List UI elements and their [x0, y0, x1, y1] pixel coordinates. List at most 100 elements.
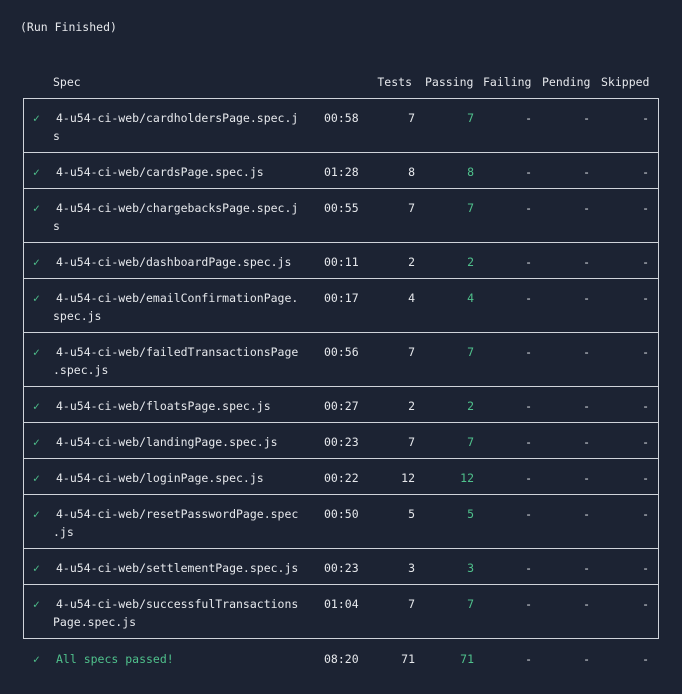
- skipped-count: -: [642, 291, 649, 305]
- check-icon: ✓: [33, 435, 40, 449]
- check-icon: ✓: [33, 561, 40, 575]
- passing-count: 7: [467, 345, 474, 359]
- duration: 00:23: [324, 435, 359, 449]
- total-skipped: -: [642, 652, 649, 666]
- failing-count: -: [525, 507, 532, 521]
- spec-name: 4-u54-ci-web/successfulTransactions: [56, 597, 299, 611]
- failing-count: -: [525, 165, 532, 179]
- column-header-passing: Passing: [425, 75, 474, 89]
- passing-count: 7: [467, 597, 474, 611]
- pending-count: -: [583, 597, 590, 611]
- row-separator: [23, 188, 659, 189]
- tests-count: 7: [408, 111, 415, 125]
- skipped-count: -: [642, 201, 649, 215]
- duration: 00:17: [324, 291, 359, 305]
- duration: 00:11: [324, 255, 359, 269]
- tests-count: 2: [408, 399, 415, 413]
- total-duration: 08:20: [324, 652, 359, 666]
- failing-count: -: [525, 111, 532, 125]
- pending-count: -: [583, 165, 590, 179]
- passing-count: 7: [467, 435, 474, 449]
- column-header-pending: Pending: [542, 75, 591, 89]
- skipped-count: -: [642, 255, 649, 269]
- pending-count: -: [583, 507, 590, 521]
- spec-name: 4-u54-ci-web/landingPage.spec.js: [56, 435, 278, 449]
- row-separator: [23, 494, 659, 495]
- skipped-count: -: [642, 507, 649, 521]
- pending-count: -: [583, 255, 590, 269]
- skipped-count: -: [642, 345, 649, 359]
- check-icon: ✓: [33, 291, 40, 305]
- spec-name: 4-u54-ci-web/floatsPage.spec.js: [56, 399, 271, 413]
- tests-count: 4: [408, 291, 415, 305]
- spec-name: 4-u54-ci-web/failedTransactionsPage: [56, 345, 299, 359]
- duration: 00:27: [324, 399, 359, 413]
- check-icon: ✓: [33, 255, 40, 269]
- row-separator: [23, 638, 659, 639]
- check-icon: ✓: [33, 345, 40, 359]
- spec-name-continued: .js: [53, 525, 74, 539]
- failing-count: -: [525, 561, 532, 575]
- check-icon: ✓: [33, 597, 40, 611]
- failing-count: -: [525, 435, 532, 449]
- skipped-count: -: [642, 165, 649, 179]
- tests-count: 7: [408, 435, 415, 449]
- passing-count: 8: [467, 165, 474, 179]
- tests-count: 7: [408, 597, 415, 611]
- passing-count: 12: [460, 471, 474, 485]
- failing-count: -: [525, 471, 532, 485]
- failing-count: -: [525, 345, 532, 359]
- spec-name: 4-u54-ci-web/dashboardPage.spec.js: [56, 255, 292, 269]
- row-separator: [23, 278, 659, 279]
- skipped-count: -: [642, 561, 649, 575]
- duration: 00:50: [324, 507, 359, 521]
- spec-name: 4-u54-ci-web/cardholdersPage.spec.j: [56, 111, 299, 125]
- row-separator: [23, 332, 659, 333]
- pending-count: -: [583, 291, 590, 305]
- passing-count: 3: [467, 561, 474, 575]
- run-status-title: (Run Finished): [20, 20, 117, 34]
- check-icon: ✓: [33, 111, 40, 125]
- failing-count: -: [525, 201, 532, 215]
- check-icon: ✓: [33, 471, 40, 485]
- tests-count: 8: [408, 165, 415, 179]
- row-separator: [23, 386, 659, 387]
- row-separator: [23, 152, 659, 153]
- failing-count: -: [525, 597, 532, 611]
- passing-count: 7: [467, 201, 474, 215]
- row-separator: [23, 584, 659, 585]
- skipped-count: -: [642, 111, 649, 125]
- spec-name: 4-u54-ci-web/settlementPage.spec.js: [56, 561, 299, 575]
- total-failing: -: [525, 652, 532, 666]
- spec-name-continued: Page.spec.js: [53, 615, 137, 629]
- column-header-skipped: Skipped: [601, 75, 650, 89]
- table-left-border: [23, 98, 24, 638]
- column-header-failing: Failing: [483, 75, 532, 89]
- spec-name-continued: spec.js: [53, 309, 102, 323]
- skipped-count: -: [642, 399, 649, 413]
- tests-count: 12: [401, 471, 415, 485]
- totals-label: All specs passed!: [56, 652, 174, 666]
- total-pending: -: [583, 652, 590, 666]
- duration: 00:55: [324, 201, 359, 215]
- pending-count: -: [583, 201, 590, 215]
- tests-count: 2: [408, 255, 415, 269]
- pending-count: -: [583, 399, 590, 413]
- spec-name: 4-u54-ci-web/cardsPage.spec.js: [56, 165, 264, 179]
- row-separator: [23, 548, 659, 549]
- pending-count: -: [583, 471, 590, 485]
- row-separator: [23, 458, 659, 459]
- duration: 00:22: [324, 471, 359, 485]
- tests-count: 7: [408, 345, 415, 359]
- total-tests: 71: [401, 652, 415, 666]
- skipped-count: -: [642, 597, 649, 611]
- check-icon: ✓: [33, 201, 40, 215]
- pending-count: -: [583, 111, 590, 125]
- spec-name-continued: s: [53, 219, 60, 233]
- tests-count: 5: [408, 507, 415, 521]
- spec-name-continued: s: [53, 129, 60, 143]
- row-separator: [23, 422, 659, 423]
- skipped-count: -: [642, 471, 649, 485]
- pending-count: -: [583, 345, 590, 359]
- spec-name: 4-u54-ci-web/loginPage.spec.js: [56, 471, 264, 485]
